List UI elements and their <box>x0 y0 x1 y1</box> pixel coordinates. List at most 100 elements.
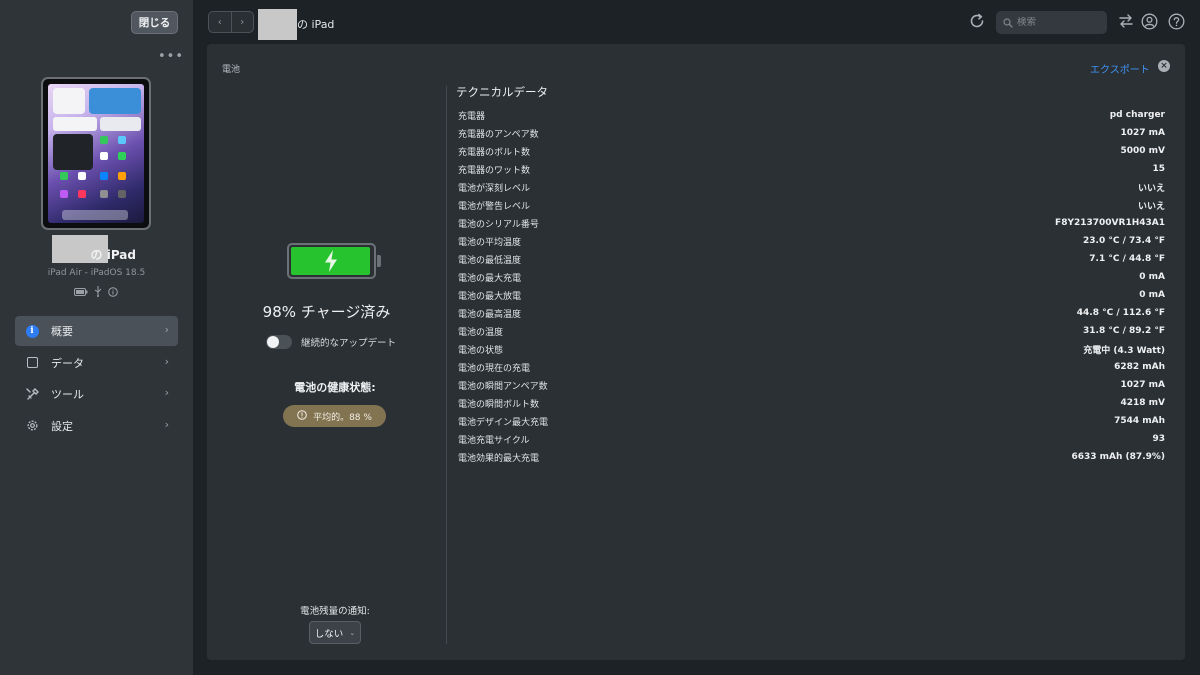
device-status-icons <box>74 286 118 300</box>
search-icon <box>1003 13 1013 32</box>
sidebar-item-overview[interactable]: i 概要 › <box>15 316 178 346</box>
tech-row-key: 電池充電サイクル <box>458 435 530 446</box>
tech-row-value: 44.8 °C / 112.6 °F <box>1076 308 1165 318</box>
transfer-icon[interactable] <box>1118 13 1134 33</box>
forward-button[interactable]: › <box>232 12 254 32</box>
tech-row-value: 31.8 °C / 89.2 °F <box>1083 326 1165 336</box>
table-row: 電池が深刻レベル いいえ <box>458 178 1165 196</box>
close-panel-icon[interactable]: × <box>1158 60 1170 72</box>
chevron-right-icon: › <box>164 417 169 431</box>
tech-row-value: 7.1 °C / 44.8 °F <box>1089 254 1165 264</box>
tech-row-key: 電池の最大充電 <box>458 273 522 284</box>
device-name: の iPad <box>90 248 136 262</box>
table-row: 電池デザイン最大充電 7544 mAh <box>458 412 1165 430</box>
data-icon <box>25 356 39 370</box>
info-small-icon[interactable] <box>108 286 118 300</box>
history-nav: ‹ › <box>208 11 254 33</box>
search-field[interactable] <box>996 11 1107 34</box>
search-input[interactable] <box>1017 17 1102 28</box>
tech-row-value: 1027 mA <box>1120 128 1165 138</box>
info-icon: i <box>25 324 39 338</box>
tech-row-value: 7544 mAh <box>1114 416 1165 426</box>
tech-row-key: 電池の最高温度 <box>458 309 522 320</box>
tech-row-key: 電池の瞬間アンペア数 <box>458 381 548 392</box>
battery-terminal <box>377 255 381 267</box>
sidebar-item-tools[interactable]: ツール › <box>15 379 178 409</box>
tech-row-value: 充電中 (4.3 Watt) <box>1083 345 1165 356</box>
charge-status-text: 98% チャージ済み <box>262 303 391 321</box>
health-title: 電池の健康状態: <box>294 381 376 394</box>
tech-data-title: テクニカルデータ <box>456 85 548 99</box>
device-model: iPad Air - iPadOS 18.5 <box>47 268 146 278</box>
device-image <box>41 77 151 230</box>
health-status-badge: 平均的。88 % <box>283 405 386 427</box>
notify-select-value: しない <box>314 628 344 640</box>
table-row: 電池の平均温度 23.0 °C / 73.4 °F <box>458 232 1165 250</box>
back-button[interactable]: ‹ <box>209 12 232 32</box>
close-button[interactable]: 閉じる <box>131 11 178 34</box>
export-link[interactable]: エクスポート <box>1090 61 1150 76</box>
tech-data-table: 充電器 pd charger 充電器のアンペア数 1027 mA 充電器のボルト数 500… <box>458 106 1165 466</box>
battery-status-icon <box>74 287 88 299</box>
sidebar-item-settings[interactable]: 設定 › <box>15 411 178 441</box>
window-title: の iPad <box>297 18 335 31</box>
notify-select[interactable]: しない ⌄ <box>309 621 361 644</box>
notify-title: 電池残量の通知: <box>300 606 370 617</box>
divider <box>446 86 447 644</box>
sidebar-item-label: データ <box>51 356 84 370</box>
tech-row-key: 充電器のアンペア数 <box>458 129 539 140</box>
table-row: 電池の現在の充電 6282 mAh <box>458 358 1165 376</box>
table-row: 電池の瞬間ボルト数 4218 mV <box>458 394 1165 412</box>
table-row: 電池の最低温度 7.1 °C / 44.8 °F <box>458 250 1165 268</box>
sidebar-item-label: 概要 <box>51 325 73 338</box>
table-row: 電池の温度 31.8 °C / 89.2 °F <box>458 322 1165 340</box>
redacted-owner-name <box>258 9 297 40</box>
table-row: 充電器のアンペア数 1027 mA <box>458 124 1165 142</box>
lightning-bolt-icon <box>324 250 337 272</box>
table-row: 電池充電サイクル 93 <box>458 430 1165 448</box>
tech-row-value: 93 <box>1152 434 1165 444</box>
help-icon[interactable] <box>1168 13 1185 34</box>
battery-graphic <box>287 243 376 279</box>
tech-row-value: 15 <box>1152 164 1165 174</box>
sidebar-item-data[interactable]: データ › <box>15 348 178 378</box>
more-options-icon[interactable]: ••• <box>158 50 184 63</box>
continuous-update-toggle[interactable] <box>266 335 292 349</box>
tech-row-value: 0 mA <box>1139 272 1165 282</box>
tech-row-key: 電池デザイン最大充電 <box>458 417 549 428</box>
sidebar: 閉じる ••• の iPad iPad Air - iPadOS 18.5 i … <box>0 0 193 675</box>
tech-row-key: 電池が警告レベル <box>458 201 531 212</box>
tech-row-key: 充電器のワット数 <box>458 165 531 176</box>
tech-row-value: 1027 mA <box>1120 380 1165 390</box>
battery-level-fill <box>291 247 371 275</box>
tech-row-value: 6282 mAh <box>1114 362 1165 372</box>
table-row: 電池の最大放電 0 mA <box>458 286 1165 304</box>
tech-row-value: いいえ <box>1137 201 1165 212</box>
health-badge-label: 平均的。88 % <box>313 412 372 423</box>
toolbar: ‹ › の iPad <box>193 0 1200 44</box>
table-row: 充電器のワット数 15 <box>458 160 1165 178</box>
tech-row-value: 5000 mV <box>1120 146 1165 156</box>
tech-row-key: 電池の最低温度 <box>458 255 522 266</box>
account-icon[interactable] <box>1141 13 1158 34</box>
refresh-icon[interactable] <box>968 12 986 34</box>
tech-row-value: 4218 mV <box>1120 398 1165 408</box>
tech-row-key: 充電器のボルト数 <box>458 147 531 158</box>
chevron-down-icon: ⌄ <box>349 628 356 637</box>
tech-row-value: 0 mA <box>1139 290 1165 300</box>
tech-row-key: 電池の現在の充電 <box>458 363 531 374</box>
tech-row-value: いいえ <box>1137 183 1165 194</box>
tech-row-key: 充電器 <box>458 111 486 122</box>
table-row: 電池の最高温度 44.8 °C / 112.6 °F <box>458 304 1165 322</box>
table-row: 電池の最大充電 0 mA <box>458 268 1165 286</box>
table-row: 電池が警告レベル いいえ <box>458 196 1165 214</box>
tech-row-value: F8Y213700VR1H43A1 <box>1055 218 1165 228</box>
sidebar-item-label: 設定 <box>51 419 73 433</box>
table-row: 電池のシリアル番号 F8Y213700VR1H43A1 <box>458 214 1165 232</box>
chevron-right-icon: › <box>164 323 169 336</box>
continuous-update-row: 継続的なアップデート <box>266 335 396 349</box>
table-row: 電池の瞬間アンペア数 1027 mA <box>458 376 1165 394</box>
tech-row-value: 23.0 °C / 73.4 °F <box>1083 236 1165 246</box>
device-screen-thumbnail <box>48 84 144 223</box>
sidebar-nav: i 概要 › データ › ツール › 設定 › <box>15 316 178 442</box>
